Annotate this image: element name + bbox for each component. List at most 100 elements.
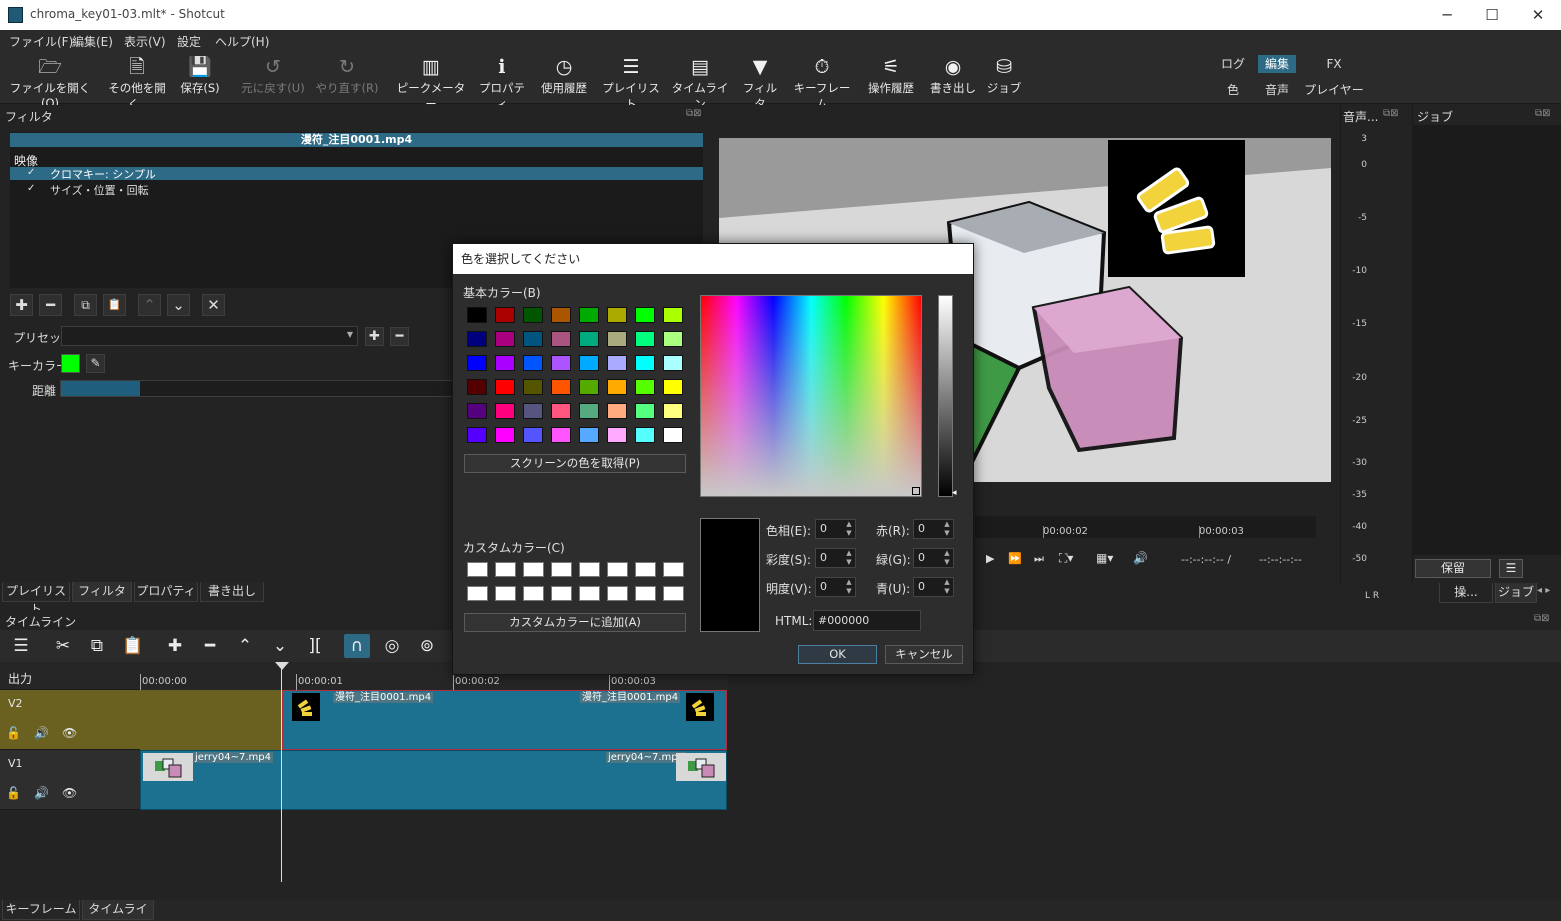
layout-logging[interactable]: ログ (1218, 55, 1248, 73)
history-button[interactable]: ⚟ 操作履歴 (864, 54, 918, 102)
add-filter-button[interactable]: ✚ (10, 294, 33, 316)
minimize-button[interactable]: ─ (1425, 4, 1469, 26)
basic-color-swatch[interactable] (579, 379, 599, 395)
basic-color-swatch[interactable] (579, 307, 599, 323)
basic-color-swatch[interactable] (467, 379, 487, 395)
custom-color-swatch[interactable] (495, 586, 516, 601)
paste-filter-button[interactable]: 📋 (103, 294, 126, 316)
export-button[interactable]: ◉ 書き出し (928, 54, 978, 102)
clip-overlay[interactable]: 漫符_注目0001.mp4 漫符_注目0001.mp4 (282, 690, 727, 750)
value-slider-arrow-icon[interactable]: ◂ (952, 488, 957, 498)
save-preset-button[interactable]: ✚ (365, 327, 384, 346)
basic-color-swatch[interactable] (495, 427, 515, 443)
filters-button[interactable]: ▼ フィルタ (738, 54, 782, 111)
split-icon[interactable]: ][ (302, 634, 328, 658)
jobs-menu-button[interactable]: ☰ (1499, 559, 1523, 578)
color-crosshair[interactable] (912, 487, 920, 495)
custom-color-swatch[interactable] (635, 562, 656, 577)
mute-icon[interactable]: 🔊 (34, 786, 49, 800)
custom-color-swatch[interactable] (467, 586, 488, 601)
peak-meter-button[interactable]: ▥ ピークメーター (396, 54, 466, 111)
custom-color-swatch[interactable] (551, 586, 572, 601)
basic-color-swatch[interactable] (523, 403, 543, 419)
filter-name[interactable]: サイズ・位置・回転 (50, 182, 149, 198)
grid-button[interactable]: ▦▾ (1096, 551, 1113, 565)
tab-jobs[interactable]: ジョブ (1495, 583, 1537, 603)
playhead[interactable] (281, 664, 282, 882)
filter-checkbox[interactable]: ✓ (27, 167, 35, 178)
open-file-button[interactable]: 🗁 ファイルを開く(O) (6, 54, 94, 110)
timeline-menu-icon[interactable]: ☰ (8, 634, 34, 658)
basic-color-swatch[interactable] (523, 307, 543, 323)
basic-color-swatch[interactable] (607, 355, 627, 371)
move-down-filter-button[interactable]: ⌄ (167, 294, 190, 316)
basic-color-swatch[interactable] (579, 355, 599, 371)
basic-color-swatch[interactable] (467, 307, 487, 323)
paste-icon[interactable]: 📋 (120, 634, 146, 658)
custom-color-swatch[interactable] (495, 562, 516, 577)
basic-color-swatch[interactable] (467, 355, 487, 371)
basic-color-swatch[interactable] (551, 427, 571, 443)
close-button[interactable]: ✕ (1516, 4, 1560, 26)
delete-preset-button[interactable]: ━ (390, 327, 409, 346)
remove-icon[interactable]: ━ (197, 634, 223, 658)
tab-export[interactable]: 書き出し (200, 582, 264, 602)
layout-player[interactable]: プレイヤー (1304, 81, 1364, 99)
basic-color-swatch[interactable] (635, 403, 655, 419)
pick-screen-color-button[interactable]: スクリーンの色を取得(P) (464, 454, 686, 473)
properties-button[interactable]: ℹ プロパティ (474, 54, 530, 111)
track-header-v2[interactable]: V2 🔓 🔊 👁 (0, 690, 140, 750)
playhead-marker[interactable] (275, 662, 289, 670)
key-color-swatch[interactable] (61, 354, 80, 373)
custom-color-swatch[interactable] (467, 562, 488, 577)
eye-icon[interactable]: 👁 (62, 786, 77, 800)
basic-color-swatch[interactable] (663, 355, 683, 371)
redo-button[interactable]: ↻ やり直す(R) (314, 54, 380, 102)
open-other-button[interactable]: 🗎 その他を開く.. (100, 54, 174, 111)
basic-color-swatch[interactable] (579, 403, 599, 419)
layout-editing[interactable]: 編集 (1258, 55, 1296, 73)
dock-float-close-icons[interactable]: ⧉⊠ (1534, 613, 1550, 624)
basic-color-swatch[interactable] (607, 331, 627, 347)
filter-name[interactable]: クロマキー: シンプル (50, 166, 156, 182)
custom-color-swatch[interactable] (551, 562, 572, 577)
snap-magnet-icon[interactable]: ∩ (344, 634, 370, 658)
basic-color-swatch[interactable] (663, 379, 683, 395)
layout-color[interactable]: 色 (1218, 81, 1248, 99)
basic-color-swatch[interactable] (579, 331, 599, 347)
append-icon[interactable]: ✚ (162, 634, 188, 658)
tab-properties[interactable]: プロパティ (134, 582, 198, 602)
dock-float-close-icons[interactable]: ⧉⊠ (1535, 108, 1551, 119)
custom-color-swatch[interactable] (523, 562, 544, 577)
basic-color-swatch[interactable] (551, 403, 571, 419)
timeline-button[interactable]: ▤ タイムライン (668, 54, 732, 111)
dock-float-close-icons[interactable]: ⧉⊠ (686, 108, 702, 119)
custom-color-swatch[interactable] (523, 586, 544, 601)
play-button[interactable]: ▶ (986, 552, 994, 565)
basic-color-swatch[interactable] (607, 403, 627, 419)
add-custom-color-button[interactable]: カスタムカラーに追加(A) (464, 613, 686, 632)
lock-icon[interactable]: 🔓 (6, 726, 21, 740)
menu-view[interactable]: 表示(V) (124, 33, 166, 50)
basic-color-swatch[interactable] (635, 307, 655, 323)
scrub-eye-icon[interactable]: ◎ (379, 634, 405, 658)
tab-filters[interactable]: フィルタ (72, 582, 132, 602)
value-slider[interactable] (938, 295, 953, 497)
basic-color-swatch[interactable] (467, 403, 487, 419)
menu-file[interactable]: ファイル(F) (9, 33, 73, 50)
basic-color-swatch[interactable] (551, 379, 571, 395)
red-spinbox[interactable]: 0 ▲ ▼ (913, 519, 954, 539)
hue-saturation-field[interactable] (700, 295, 922, 497)
green-spinbox[interactable]: 0 ▲ ▼ (913, 548, 954, 568)
zoom-fit-button[interactable]: ⛶▾ (1059, 551, 1073, 566)
custom-color-swatch[interactable] (607, 586, 628, 601)
basic-color-swatch[interactable] (551, 355, 571, 371)
mute-icon[interactable]: 🔊 (34, 726, 49, 740)
track-header-v1[interactable]: V1 🔓 🔊 👁 (0, 750, 140, 810)
custom-color-swatch[interactable] (663, 562, 684, 577)
eyedropper-icon[interactable]: ✎ (86, 354, 105, 373)
basic-color-swatch[interactable] (635, 427, 655, 443)
basic-color-swatch[interactable] (523, 427, 543, 443)
menu-help[interactable]: ヘルプ(H) (215, 33, 269, 50)
tab-timeline[interactable]: タイムライン (82, 900, 154, 921)
